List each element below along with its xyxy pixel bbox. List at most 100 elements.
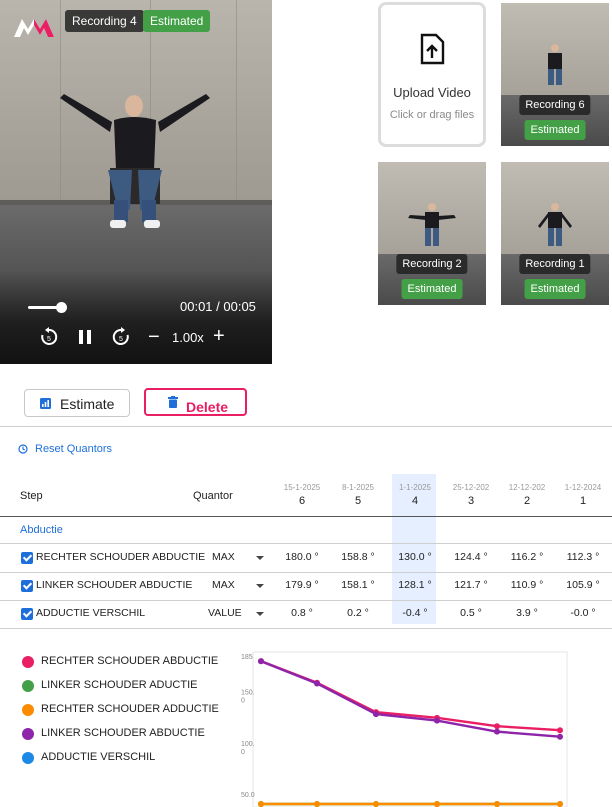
status-badge: Estimated [401, 279, 463, 299]
table-cell: 0.8 ° [291, 607, 313, 619]
column-date: 1-1-2025 [398, 483, 432, 492]
recording-label: Recording 2 [396, 254, 468, 274]
chevron-down-icon[interactable] [256, 584, 264, 588]
subject-figure [408, 203, 456, 246]
table-cell: 3.9 ° [516, 607, 538, 619]
table-cell: 180.0 ° [285, 551, 319, 563]
subject-figure [538, 203, 572, 246]
delete-label: Delete [186, 399, 229, 415]
video-player[interactable]: Recording 4 Estimated 00:01 / 00:05 5 5 … [0, 0, 272, 364]
column-date: 25-12-202 [452, 483, 490, 492]
upload-subtitle: Click or drag files [389, 109, 475, 121]
data-point[interactable] [557, 727, 563, 734]
delete-button[interactable]: Delete [144, 388, 247, 416]
header-divider [0, 516, 612, 517]
recording-thumbnail[interactable]: Recording 6 Estimated [501, 3, 609, 146]
data-point[interactable] [258, 658, 264, 665]
chart-icon [40, 398, 51, 409]
table-cell: -0.4 ° [402, 607, 428, 619]
reset-quantors-label: Reset Quantors [35, 443, 113, 455]
series-line [260, 660, 561, 738]
data-point[interactable] [434, 717, 440, 724]
row-checkbox[interactable] [21, 608, 33, 620]
line-chart: 185150. 0100. 050.0 [241, 651, 568, 807]
data-point[interactable] [557, 733, 563, 740]
column-number[interactable]: 1 [559, 495, 607, 507]
quantor-select[interactable]: MAX [212, 551, 235, 563]
y-tick-label: 50.0 [241, 792, 255, 799]
data-point[interactable] [434, 801, 440, 807]
trash-icon [168, 396, 178, 408]
status-badge: Estimated [524, 120, 586, 140]
column-date: 12-12-202 [508, 483, 546, 492]
table-cell: 116.2 ° [510, 551, 544, 563]
data-point[interactable] [494, 728, 500, 735]
speed-increase-button[interactable]: + [213, 325, 225, 348]
legend-dot [22, 728, 34, 740]
table-cell: 179.9 ° [285, 579, 319, 591]
series-line [260, 659, 561, 732]
table-cell: 121.7 ° [454, 579, 488, 591]
upload-title: Upload Video [393, 85, 471, 100]
forward-icon[interactable]: 5 [111, 327, 131, 347]
playback-speed: 1.00x [172, 330, 204, 345]
estimate-label: Estimate [60, 396, 115, 412]
column-number[interactable]: 5 [334, 495, 382, 507]
brand-logo-icon [14, 19, 54, 37]
subject-figure [548, 44, 562, 85]
chevron-down-icon[interactable] [256, 556, 264, 560]
recording-label: Recording 1 [519, 254, 591, 274]
data-point[interactable] [373, 711, 379, 718]
svg-text:5: 5 [47, 336, 51, 343]
y-tick-label: 185 [241, 654, 253, 661]
pause-icon[interactable] [78, 329, 92, 345]
data-point[interactable] [258, 801, 264, 807]
legend-dot [22, 752, 34, 764]
table-cell: 128.1 ° [398, 579, 432, 591]
column-number[interactable]: 4 [391, 495, 439, 507]
row-checkbox[interactable] [21, 580, 33, 592]
table-cell: 124.4 ° [454, 551, 488, 563]
data-point[interactable] [314, 680, 320, 687]
recording-thumbnail[interactable]: Recording 2 Estimated [378, 162, 486, 305]
table-cell: 130.0 ° [398, 551, 432, 563]
legend-dot [22, 680, 34, 692]
recording-thumbnail[interactable]: Recording 1 Estimated [501, 162, 609, 305]
row-checkbox[interactable] [21, 552, 33, 564]
row-divider [0, 543, 612, 544]
data-point[interactable] [494, 723, 500, 730]
column-number[interactable]: 3 [447, 495, 495, 507]
table-cell: 105.9 ° [566, 579, 600, 591]
legend-label: RECHTER SCHOUDER ADDUCTIE [41, 703, 219, 715]
recording-label: Recording 6 [519, 95, 591, 115]
header-step: Step [20, 490, 43, 502]
svg-text:5: 5 [119, 336, 123, 343]
progress-handle[interactable] [56, 302, 67, 313]
column-number[interactable]: 6 [278, 495, 326, 507]
upload-video-dropzone[interactable]: Upload Video Click or drag files [378, 2, 486, 147]
legend-dot [22, 656, 34, 668]
legend-label: ADDUCTIE VERSCHIL [41, 751, 156, 763]
upload-icon [420, 33, 445, 65]
table-cell: 158.8 ° [341, 551, 375, 563]
rewind-icon[interactable]: 5 [39, 327, 59, 347]
legend-label: LINKER SCHOUDER ADUCTIE [41, 679, 198, 691]
group-label: Abductie [20, 524, 63, 536]
chevron-down-icon[interactable] [256, 612, 264, 616]
legend-dot [22, 704, 34, 716]
data-point[interactable] [557, 801, 563, 807]
column-number[interactable]: 2 [503, 495, 551, 507]
speed-decrease-button[interactable]: − [148, 326, 160, 349]
quantor-select[interactable]: MAX [212, 579, 235, 591]
row-step-label: RECHTER SCHOUDER ABDUCTIE [36, 551, 206, 563]
data-point[interactable] [494, 801, 500, 807]
row-step-label: LINKER SCHOUDER ABDUCTIE [36, 579, 193, 591]
data-point[interactable] [373, 801, 379, 807]
row-divider [0, 572, 612, 573]
estimate-button[interactable]: Estimate [24, 389, 130, 417]
legend-label: LINKER SCHOUDER ABDUCTIE [41, 727, 205, 739]
quantor-select[interactable]: VALUE [208, 607, 242, 619]
data-point[interactable] [314, 801, 320, 807]
divider [0, 426, 612, 427]
time-display: 00:01 / 00:05 [180, 299, 256, 314]
